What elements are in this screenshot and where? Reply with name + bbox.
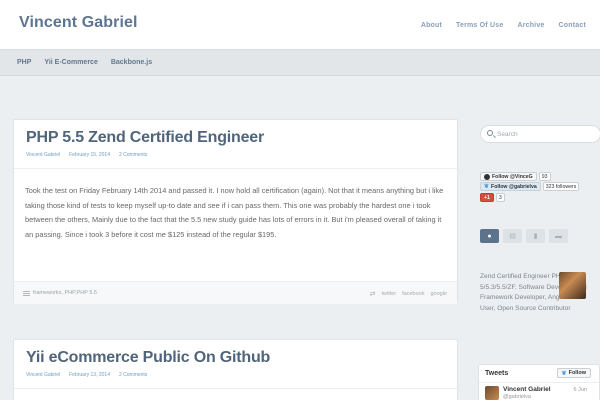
share-google[interactable]: google (430, 291, 447, 297)
document-icon: ▤ (509, 233, 516, 240)
post-comments-link[interactable]: 2 Comments (119, 152, 147, 158)
divider (14, 388, 457, 389)
tweet-date[interactable]: 6 Jun (574, 387, 587, 393)
nav-about[interactable]: About (421, 22, 442, 29)
category-nav: PHP Yii E-Commerce Backbone.js (0, 49, 600, 76)
share-facebook[interactable]: facebook (402, 291, 424, 297)
post-body: Took the test on Friday February 14th 20… (25, 186, 444, 239)
menu-icon (23, 290, 30, 296)
search-input[interactable] (497, 129, 592, 140)
category-yii-ecommerce[interactable]: Yii E-Commerce (44, 59, 97, 66)
gplus-count: 3 (495, 193, 505, 202)
twitter-follow-label: Follow @gabrielva (491, 183, 537, 190)
user-icon: ● (487, 232, 492, 240)
post-footer: frameworks, PHP,PHP 5.5 ⇄ twitter facebo… (14, 281, 457, 304)
post-meta: Vincent Gabriel February 13, 2014 2 Comm… (26, 372, 147, 378)
bookmark-icon: ▮ (533, 233, 538, 240)
tweet-author-handle[interactable]: @gabrielva (503, 394, 531, 400)
twitter-bird-icon: ❦ (484, 184, 490, 190)
github-follow-label: Follow @VinceG (492, 173, 533, 180)
post-card: Yii eCommerce Public On Github Vincent G… (13, 339, 458, 400)
github-follow-button[interactable]: Follow @VinceG (480, 172, 537, 181)
post-author[interactable]: Vincent Gabriel (26, 372, 60, 378)
post-title[interactable]: Yii eCommerce Public On Github (26, 349, 270, 367)
post-title[interactable]: PHP 5.5 Zend Certified Engineer (26, 129, 264, 147)
tab-posts[interactable]: ▤ (503, 229, 522, 243)
post-date[interactable]: February 15, 2014 (69, 152, 110, 158)
site-header: Vincent Gabriel About Terms Of Use Archi… (0, 0, 600, 49)
nav-terms[interactable]: Terms Of Use (456, 22, 503, 29)
post-meta: Vincent Gabriel February 15, 2014 2 Comm… (26, 152, 147, 158)
search-icon (487, 130, 493, 136)
github-follow: Follow @VinceG 93 (480, 172, 551, 181)
category-php[interactable]: PHP (17, 59, 31, 66)
post-comments-link[interactable]: 2 Comments (119, 372, 147, 378)
divider (479, 382, 599, 383)
shuffle-icon: ⇄ (369, 291, 376, 298)
tweet-author-name[interactable]: Vincent Gabriel (503, 386, 551, 393)
twitter-follow-button[interactable]: ❦ Follow @gabrielva (480, 182, 541, 191)
share-links: ⇄ twitter facebook google (370, 290, 447, 298)
post-author[interactable]: Vincent Gabriel (26, 152, 60, 158)
twitter-bird-icon: ❦ (561, 370, 567, 377)
tab-tags[interactable]: ▮ (526, 229, 545, 243)
twitter-count: 323 followers (542, 182, 580, 191)
post-card: PHP 5.5 Zend Certified Engineer Vincent … (13, 119, 458, 304)
github-icon (484, 173, 490, 180)
share-twitter[interactable]: twitter (381, 291, 396, 297)
site-title[interactable]: Vincent Gabriel (19, 14, 138, 32)
tweets-follow-label: Follow (568, 370, 586, 376)
post-tags-text[interactable]: frameworks, PHP,PHP 5.5 (33, 290, 97, 296)
tweets-title: Tweets (485, 370, 509, 377)
gplus-button[interactable]: +1 (480, 193, 494, 202)
tweets-widget: Tweets ❦ Follow Vincent Gabriel @gabriel… (478, 364, 600, 400)
tweets-follow-button[interactable]: ❦ Follow (556, 368, 591, 378)
nav-contact[interactable]: Contact (559, 22, 586, 29)
comment-icon: ▬ (555, 232, 562, 240)
twitter-follow: ❦ Follow @gabrielva 323 followers (480, 182, 580, 191)
gplus-widget: +1 3 (480, 193, 505, 202)
avatar[interactable] (485, 386, 499, 400)
github-count: 93 (538, 172, 551, 181)
post-tags: frameworks, PHP,PHP 5.5 (23, 290, 97, 296)
sidebar-tabs: ● ▤ ▮ ▬ (480, 229, 568, 243)
post-date[interactable]: February 13, 2014 (69, 372, 110, 378)
category-backbone[interactable]: Backbone.js (111, 59, 152, 66)
tab-profile[interactable]: ● (480, 229, 499, 243)
search-box (480, 125, 600, 143)
tab-comments[interactable]: ▬ (549, 229, 568, 243)
nav-archive[interactable]: Archive (517, 22, 544, 29)
top-nav: About Terms Of Use Archive Contact (421, 22, 586, 29)
avatar (559, 272, 586, 299)
divider (14, 168, 457, 169)
